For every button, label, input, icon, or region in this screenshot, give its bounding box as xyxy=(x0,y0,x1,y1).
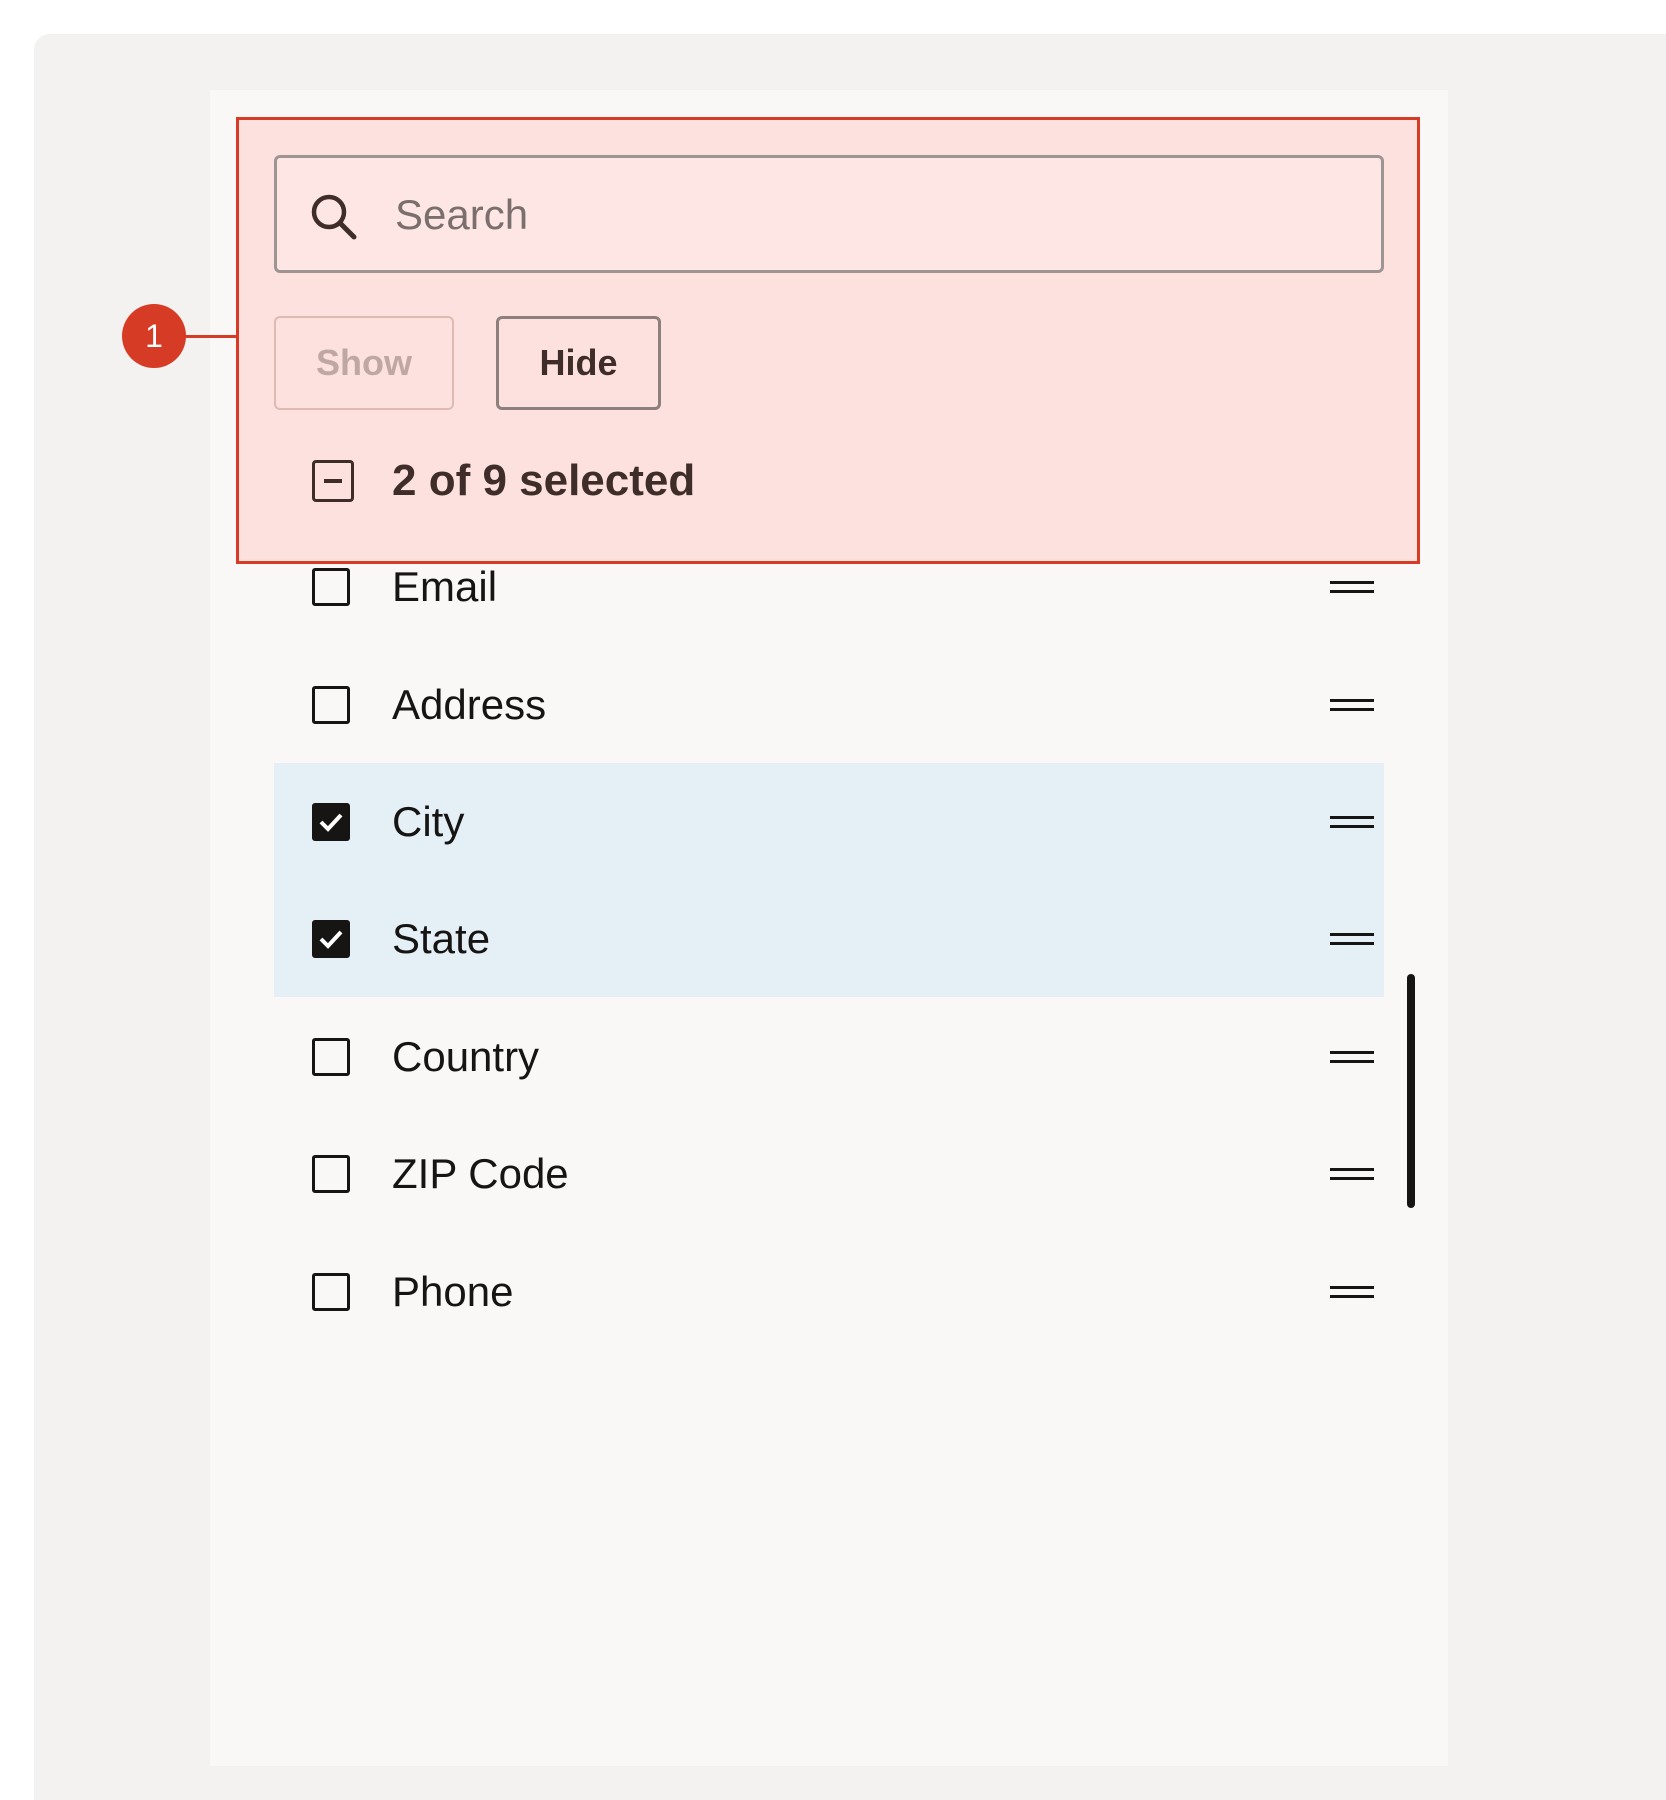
item-label: City xyxy=(392,797,465,845)
item-label: Email xyxy=(392,562,498,610)
checkmark-icon xyxy=(319,930,343,949)
checkbox[interactable] xyxy=(312,1272,350,1311)
drag-handle-icon[interactable] xyxy=(1330,698,1374,711)
list-item-city[interactable]: City xyxy=(274,763,1384,880)
scrollbar[interactable] xyxy=(1407,974,1415,1208)
list-item-phone[interactable]: Phone xyxy=(274,1233,1384,1350)
checkbox-checked[interactable] xyxy=(312,919,350,958)
list-item-address[interactable]: Address xyxy=(274,646,1384,763)
item-label: State xyxy=(392,914,491,962)
selection-summary: 2 of 9 selected xyxy=(392,456,696,505)
hide-button[interactable]: Hide xyxy=(496,316,661,410)
callout-badge: 1 xyxy=(122,304,186,368)
item-label: Address xyxy=(392,680,547,728)
item-label: Country xyxy=(392,1032,540,1080)
search-field[interactable] xyxy=(274,155,1384,273)
item-label: ZIP Code xyxy=(392,1149,569,1197)
drag-handle-icon[interactable] xyxy=(1330,932,1374,945)
drag-handle-icon[interactable] xyxy=(1330,1285,1374,1298)
search-icon xyxy=(311,194,357,240)
checkbox[interactable] xyxy=(312,1154,350,1193)
callout-connector xyxy=(184,335,238,338)
drag-handle-icon[interactable] xyxy=(1330,1050,1374,1063)
list-item-state[interactable]: State xyxy=(274,880,1384,997)
select-all-checkbox[interactable] xyxy=(312,460,354,502)
drag-handle-icon[interactable] xyxy=(1330,1167,1374,1180)
checkbox[interactable] xyxy=(312,685,350,724)
drag-handle-icon[interactable] xyxy=(1330,580,1374,593)
checkbox[interactable] xyxy=(312,567,350,606)
list-item-zip-code[interactable]: ZIP Code xyxy=(274,1115,1384,1232)
search-input[interactable] xyxy=(393,168,1357,262)
item-label: Phone xyxy=(392,1267,514,1315)
checkbox-checked[interactable] xyxy=(312,802,350,841)
checkbox[interactable] xyxy=(312,1037,350,1076)
checkmark-icon xyxy=(319,813,343,832)
list-item-country[interactable]: Country xyxy=(274,998,1384,1115)
drag-handle-icon[interactable] xyxy=(1330,815,1374,828)
show-button[interactable]: Show xyxy=(274,316,454,410)
